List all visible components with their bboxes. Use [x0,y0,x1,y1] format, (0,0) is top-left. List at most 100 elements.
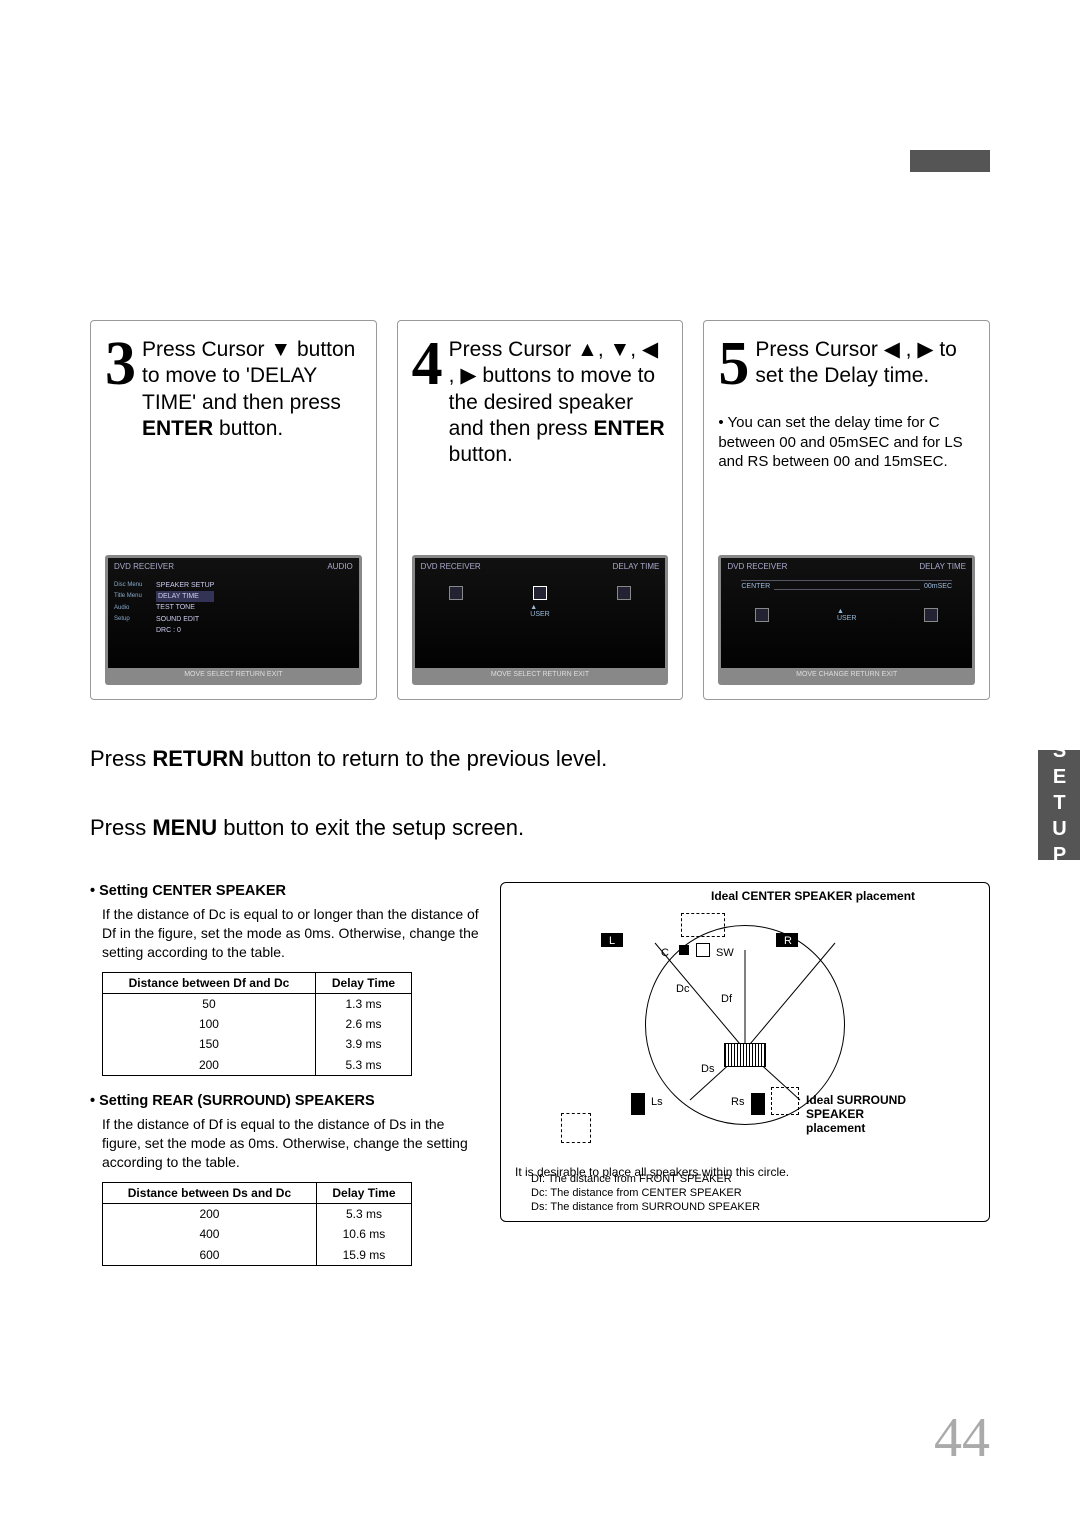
text-bold: MENU [152,815,217,840]
step-note: You can set the delay time for C between… [718,413,975,472]
side-tab-setup: SETUP [1038,750,1080,860]
text: button to return to the previous level. [244,746,607,771]
mid-instructions: Press RETURN button to return to the pre… [90,744,990,844]
bottom-row: Setting CENTER SPEAKER If the distance o… [90,882,990,1282]
steps-row: 3 Press Cursor ▼ button to move to 'DELA… [90,320,990,700]
step-text-bold: ENTER [142,417,213,440]
osd-title-right: AUDIO [327,562,352,571]
osd-title-left: DVD RECEIVER [727,562,787,571]
table-row: 1503.9 ms [103,1034,412,1054]
table-cell: 3.9 ms [315,1034,411,1054]
osd-screenshot: DVD RECEIVER DELAY TIME ▲USER MOVE SELEC… [412,555,669,685]
label-L: L [609,935,615,947]
osd-center-value-row: CENTER 00mSEC [741,580,952,590]
ideal-surround-box-r [771,1087,799,1115]
menu-line: Press MENU button to exit the setup scre… [90,813,990,844]
table-row: 1002.6 ms [103,1014,412,1034]
step-text-pre: Press Cursor ◀ , ▶ to set the Delay time… [755,338,957,387]
header-mark [910,150,990,172]
center-speaker-heading: Setting CENTER SPEAKER [90,882,480,902]
ideal-surround-label: Ideal SURROUND SPEAKER placement [806,1093,916,1135]
osd-screenshot: DVD RECEIVER AUDIO Disc Menu Title Menu … [105,555,362,685]
table-cell: 150 [103,1034,316,1054]
osd-title-left: DVD RECEIVER [114,562,174,571]
osd-center-label: CENTER [741,583,770,590]
osd-menu-item: SPEAKER SETUP [156,580,214,591]
table-header: Delay Time [316,1183,411,1204]
table-header: Distance between Df and Dc [103,972,316,993]
table-cell: 2.6 ms [315,1014,411,1034]
step-text-post: button. [213,417,283,440]
table-cell: 200 [103,1204,317,1225]
table-row: 2005.3 ms [103,1204,412,1225]
return-line: Press RETURN button to return to the pre… [90,744,990,775]
table-cell: 15.9 ms [316,1245,411,1266]
rear-delay-table: Distance between Ds and DcDelay Time 200… [102,1182,412,1266]
label-Rs: Rs [731,1096,744,1108]
osd-screenshot: DVD RECEIVER DELAY TIME CENTER 00mSEC ▲U… [718,555,975,685]
osd-side-item: Disc Menu [114,580,142,591]
speaker-box-icon [755,608,769,622]
osd-side-item: Audio [114,603,142,614]
table-cell: 200 [103,1055,316,1076]
speaker-Rs-icon [751,1093,765,1115]
legend-item: Df: The distance from FRONT SPEAKER [531,1173,760,1187]
step-number: 5 [718,333,749,395]
page-number: 44 [934,1406,990,1470]
osd-menu-list: SPEAKER SETUP DELAY TIME TEST TONE SOUND… [156,580,214,636]
step-text: Press Cursor ◀ , ▶ to set the Delay time… [755,333,975,390]
text-bold: RETURN [152,746,244,771]
speaker-box-icon [449,586,463,600]
table-cell: 10.6 ms [316,1224,411,1244]
osd-side-item: Title Menu [114,591,142,602]
center-speaker-para: If the distance of Dc is equal to or lon… [102,905,480,962]
osd-menu-item: TEST TONE [156,602,214,613]
step-text: Press Cursor ▼ button to move to 'DELAY … [142,333,362,442]
table-header: Delay Time [315,972,411,993]
label-Ds: Ds [701,1063,714,1075]
osd-slider-line [774,583,920,590]
label-Ls: Ls [651,1096,663,1108]
osd-title-right: DELAY TIME [613,562,660,571]
table-row: 2005.3 ms [103,1055,412,1076]
step-text-post: button. [449,443,513,466]
text: Press [90,815,152,840]
text: Press [90,746,152,771]
osd-title-left: DVD RECEIVER [421,562,481,571]
table-cell: 100 [103,1014,316,1034]
step-text: Press Cursor ▲, ▼, ◀ , ▶ buttons to move… [449,333,669,468]
speaker-box-icon [617,586,631,600]
label-Df: Df [721,993,732,1005]
table-header: Distance between Ds and Dc [103,1183,317,1204]
legend-item: Ds: The distance from SURROUND SPEAKER [531,1201,760,1215]
rear-speaker-heading: Setting REAR (SURROUND) SPEAKERS [90,1092,480,1112]
step-4: 4 Press Cursor ▲, ▼, ◀ , ▶ buttons to mo… [397,320,684,700]
left-column: Setting CENTER SPEAKER If the distance o… [90,882,480,1282]
step-text-pre: Press Cursor ▼ button to move to 'DELAY … [142,338,355,414]
rear-speaker-para: If the distance of Df is equal to the di… [102,1115,480,1172]
osd-bottom-bar: MOVE SELECT RETURN EXIT [108,668,359,682]
ideal-surround-box-l [561,1113,591,1143]
osd-menu-item-highlight: DELAY TIME [156,591,214,602]
speaker-box-icon [533,586,547,600]
table-cell: 1.3 ms [315,994,411,1015]
legend-item: Dc: The distance from CENTER SPEAKER [531,1187,760,1201]
center-delay-table: Distance between Df and DcDelay Time 501… [102,972,412,1076]
osd-center-value: 00mSEC [924,583,952,590]
table-row: 60015.9 ms [103,1245,412,1266]
speaker-box-icon [924,608,938,622]
listener-icon [724,1043,766,1067]
speaker-diagram: Ideal CENTER SPEAKER placement L R C SW … [500,882,990,1222]
table-cell: 400 [103,1224,317,1244]
osd-bottom-bar: MOVE CHANGE RETURN EXIT [721,668,972,682]
osd-side-item: Setup [114,614,142,625]
osd-menu-item: SOUND EDIT [156,614,214,625]
step-number: 4 [412,333,443,395]
osd-speaker-layout: ▲USER [721,608,972,622]
osd-side-menu: Disc Menu Title Menu Audio Setup [114,580,142,626]
diagram-legend: Df: The distance from FRONT SPEAKER Dc: … [531,1173,760,1214]
label-Dc: Dc [676,983,689,995]
table-cell: 600 [103,1245,317,1266]
osd-menu-item: DRC : 0 [156,625,214,636]
step-5: 5 Press Cursor ◀ , ▶ to set the Delay ti… [703,320,990,700]
